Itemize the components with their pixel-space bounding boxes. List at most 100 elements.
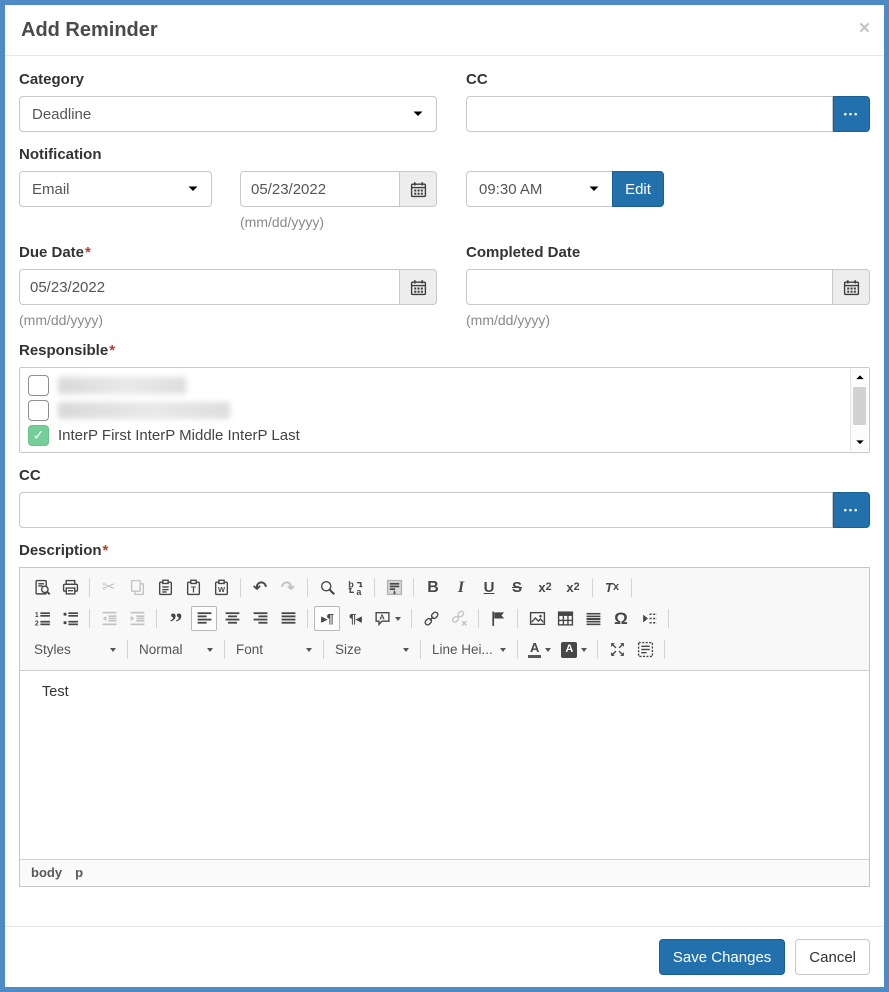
cc-top-picker-button[interactable]: ••• [833,96,870,132]
maximize-button[interactable] [604,637,630,662]
close-icon[interactable]: × [859,19,870,38]
category-field: Category Deadline [19,71,437,132]
notification-calendar-button[interactable] [400,171,437,207]
image-button[interactable] [524,606,550,631]
print-icon [62,579,79,596]
scroll-up-button[interactable] [851,369,868,386]
toolbar-separator [307,609,308,628]
responsible-checkbox[interactable]: ✓ [28,425,49,446]
responsible-scrollbar[interactable] [850,369,868,451]
toolbar-separator [89,609,90,628]
subscript-button[interactable]: x2 [532,575,558,600]
toolbar-separator [224,640,225,659]
paste-button[interactable] [152,575,178,600]
path-p[interactable]: p [75,865,83,880]
special-character-button[interactable]: Ω [608,606,634,631]
find-button[interactable] [314,575,340,600]
scroll-down-button[interactable] [851,434,868,451]
responsible-row [28,400,843,421]
preview-button[interactable] [29,575,55,600]
align-left-button[interactable] [191,606,217,631]
completed-date-calendar-button[interactable] [833,269,870,305]
align-right-button[interactable] [247,606,273,631]
rich-text-area[interactable]: Test [20,671,869,859]
align-center-icon [224,610,241,627]
language-button[interactable] [370,606,405,631]
bold-button[interactable]: B [420,575,446,600]
chevron-down-icon [588,185,600,193]
scrollbar-thumb[interactable] [853,387,866,425]
responsible-label: Responsible* [19,342,116,359]
scrollbar-track[interactable] [851,426,868,434]
responsible-row: ✓ InterP First InterP Middle InterP Last [28,425,843,446]
due-date-label: Due Date* [19,244,91,261]
replace-button[interactable] [342,575,368,600]
notification-time-select[interactable]: 09:30 AM [466,171,612,207]
line-height-combo[interactable]: Line Hei... [427,637,511,662]
notification-date-input[interactable] [240,171,400,207]
responsible-list: ✓ InterP First InterP Middle InterP Last [19,367,870,453]
show-blocks-button[interactable] [632,637,658,662]
responsible-row [28,375,843,396]
edit-time-button[interactable]: Edit [612,171,664,207]
strike-icon: S [511,579,522,596]
superscript-button[interactable]: x2 [560,575,586,600]
cc-bottom-picker-button[interactable]: ••• [833,492,870,528]
chevron-down-icon [545,647,552,652]
category-label: Category [19,71,85,88]
select-all-button[interactable] [381,575,407,600]
cut-button: ✂ [96,575,122,600]
responsible-checkbox[interactable] [28,400,49,421]
add-reminder-modal: Add Reminder × Category Deadline CC ••• [0,0,889,992]
completed-date-input[interactable] [466,269,833,305]
numbered-list-button[interactable] [29,606,55,631]
responsible-checkbox[interactable] [28,375,49,396]
align-justify-button[interactable] [275,606,301,631]
anchor-button[interactable] [485,606,511,631]
link-button[interactable] [418,606,444,631]
toolbar-separator [420,640,421,659]
paste-text-button[interactable] [180,575,206,600]
cancel-button[interactable]: Cancel [795,939,870,975]
chevron-down-icon [306,647,312,652]
horizontal-rule-button[interactable] [580,606,606,631]
text-color-button[interactable]: A [524,637,555,662]
due-date-input[interactable] [19,269,400,305]
size-combo[interactable]: Size [330,637,414,662]
category-select[interactable]: Deadline [19,96,437,132]
font-combo[interactable]: Font [231,637,317,662]
chevron-down-icon [187,185,199,193]
bold-icon: B [427,578,439,596]
paste-word-button[interactable] [208,575,234,600]
format-combo[interactable]: Normal [134,637,218,662]
required-asterisk: * [109,342,116,359]
blockquote-icon: ” [169,608,183,637]
cc-top-input[interactable] [466,96,833,132]
due-date-calendar-button[interactable] [400,269,437,305]
table-icon [557,610,574,627]
notification-field: Notification Email (mm/dd/yyyy) [19,146,437,230]
toolbar-separator [323,640,324,659]
bg-color-button[interactable]: A [557,637,591,662]
blockquote-button[interactable]: ” [163,606,189,636]
outdent-icon [101,610,118,627]
bulleted-list-button[interactable] [57,606,83,631]
notification-method-select[interactable]: Email [19,171,212,207]
save-changes-button[interactable]: Save Changes [658,939,786,975]
styles-combo[interactable]: Styles [29,637,121,662]
align-center-button[interactable] [219,606,245,631]
strike-button[interactable]: S [504,575,530,600]
direction-ltr-button[interactable]: ▸¶ [314,606,340,631]
print-button[interactable] [57,575,83,600]
path-body[interactable]: body [31,865,62,880]
italic-button[interactable]: I [448,575,474,600]
undo-button[interactable]: ↶ [247,575,273,600]
table-button[interactable] [552,606,578,631]
page-break-button[interactable] [636,606,662,631]
underline-button[interactable]: U [476,575,502,600]
direction-rtl-button[interactable]: ¶◂ [342,606,368,631]
rich-text-editor: ✂ ↶ ↷ B I U Sx 2 x 2 Tx ” ▸¶ ¶◂ Ω Styles Normal Font Siz… [19,567,870,887]
remove-format-button[interactable]: Tx [599,575,625,600]
size-combo-label: Size [335,642,362,657]
cc-bottom-input[interactable] [19,492,833,528]
